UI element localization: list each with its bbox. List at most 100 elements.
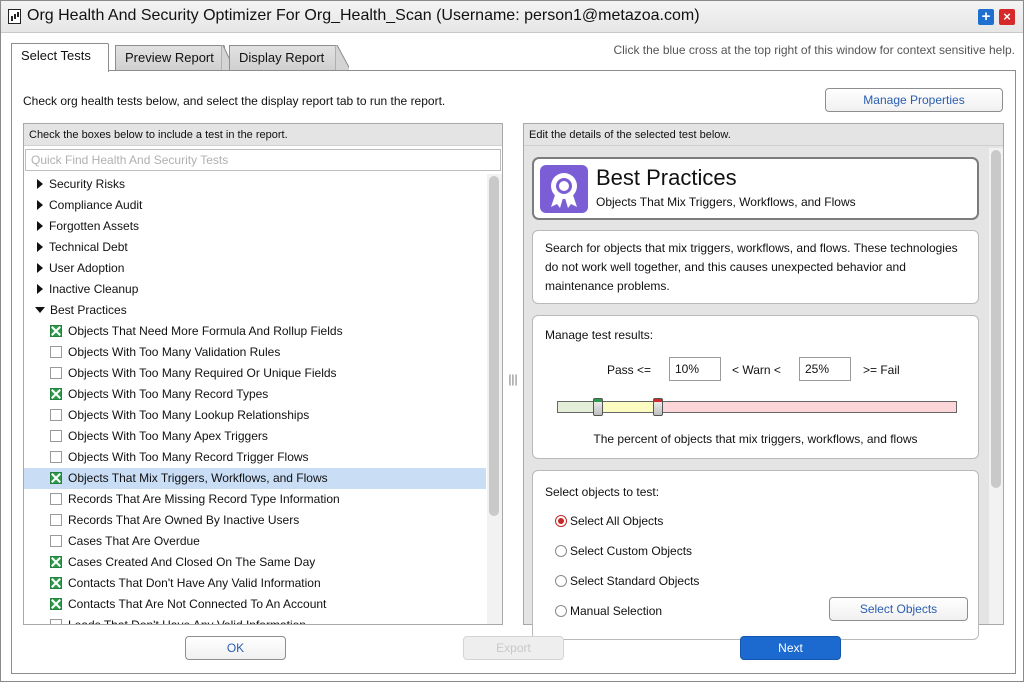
help-text: Click the blue cross at the top right of… [613, 43, 1015, 57]
test-details-pane: Edit the details of the selected test be… [523, 123, 1004, 640]
warn-threshold-input[interactable] [799, 357, 851, 381]
test-row[interactable]: Records That Are Owned By Inactive Users [24, 510, 486, 531]
test-label: Records That Are Missing Record Type Inf… [68, 492, 340, 506]
checked-checkbox-icon[interactable] [50, 555, 62, 568]
radio-button[interactable] [555, 514, 567, 527]
radio-button[interactable] [555, 574, 567, 587]
test-tree: Security Risks Compliance Audit Forgotte… [24, 174, 486, 624]
checked-checkbox-icon[interactable] [50, 387, 62, 400]
tab-select-tests[interactable]: Select Tests [11, 43, 109, 72]
quick-find-input[interactable] [25, 149, 501, 171]
tree-category[interactable]: Inactive Cleanup [24, 279, 486, 300]
tree-category[interactable]: Technical Debt [24, 237, 486, 258]
category-label: Security Risks [49, 177, 126, 191]
title-bar: Org Health And Security Optimizer For Or… [1, 1, 1023, 33]
radio-select-standard-objects[interactable]: Select Standard Objects [555, 574, 699, 588]
category-label: Forgotten Assets [49, 219, 140, 233]
test-row[interactable]: Contacts That Don't Have Any Valid Infor… [24, 573, 486, 594]
test-label: Cases Created And Closed On The Same Day [68, 555, 316, 569]
tree-category[interactable]: Forgotten Assets [24, 216, 486, 237]
test-label: Records That Are Owned By Inactive Users [68, 513, 300, 527]
close-icon[interactable]: × [999, 9, 1015, 25]
checkbox-icon[interactable] [50, 366, 62, 379]
radio-button[interactable] [555, 604, 567, 617]
checkbox-icon[interactable] [50, 618, 62, 624]
ok-button[interactable]: OK [185, 636, 286, 660]
scrollbar-thumb[interactable] [489, 176, 499, 516]
test-label: Cases That Are Overdue [68, 534, 200, 548]
test-row[interactable]: Objects With Too Many Record Trigger Flo… [24, 447, 486, 468]
test-row[interactable]: Records That Are Missing Record Type Inf… [24, 489, 486, 510]
test-row[interactable]: Cases Created And Closed On The Same Day [24, 552, 486, 573]
test-list-scrollbar[interactable] [487, 174, 502, 624]
collapse-arrow-icon[interactable] [35, 306, 45, 313]
manage-properties-button[interactable]: Manage Properties [825, 88, 1003, 112]
radio-label: Select Standard Objects [570, 574, 700, 588]
checked-checkbox-icon[interactable] [50, 471, 62, 484]
checked-checkbox-icon[interactable] [50, 597, 62, 610]
category-label: Compliance Audit [49, 198, 143, 212]
test-details-header: Edit the details of the selected test be… [524, 124, 1003, 146]
expand-arrow-icon[interactable] [37, 199, 43, 210]
tree-category[interactable]: Compliance Audit [24, 195, 486, 216]
test-row[interactable]: Objects With Too Many Required Or Unique… [24, 363, 486, 384]
checkbox-icon[interactable] [50, 534, 62, 547]
test-row[interactable]: Cases That Are Overdue [24, 531, 486, 552]
scrollbar-thumb[interactable] [991, 150, 1001, 488]
pass-threshold-input[interactable] [669, 357, 721, 381]
radio-select-custom-objects[interactable]: Select Custom Objects [555, 544, 692, 558]
slider-warn-zone [598, 402, 658, 412]
pass-slider-handle[interactable] [593, 398, 603, 416]
test-row[interactable]: Objects That Need More Formula And Rollu… [24, 321, 486, 342]
test-label: Objects That Mix Triggers, Workflows, an… [68, 471, 328, 485]
checked-checkbox-icon[interactable] [50, 324, 62, 337]
radio-manual-selection[interactable]: Manual Selection [555, 604, 662, 618]
tree-category[interactable]: Security Risks [24, 174, 486, 195]
test-row[interactable]: Leads That Don't Have Any Valid Informat… [24, 615, 486, 624]
checkbox-icon[interactable] [50, 429, 62, 442]
tab-edge [335, 45, 349, 71]
checkbox-icon[interactable] [50, 345, 62, 358]
select-objects-label: Select objects to test: [545, 485, 660, 499]
radio-label: Select Custom Objects [570, 544, 693, 558]
test-label: Objects With Too Many Required Or Unique… [68, 366, 337, 380]
expand-arrow-icon[interactable] [37, 262, 43, 273]
expand-arrow-icon[interactable] [37, 283, 43, 294]
fail-label: >= Fail [863, 363, 900, 377]
details-scrollbar[interactable] [989, 148, 1003, 624]
slider-caption: The percent of objects that mix triggers… [593, 432, 918, 446]
test-row[interactable]: Objects With Too Many Apex Triggers [24, 426, 486, 447]
next-button[interactable]: Next [740, 636, 841, 660]
tab-preview-report[interactable]: Preview Report [115, 45, 225, 71]
expand-arrow-icon[interactable] [37, 220, 43, 231]
checkbox-icon[interactable] [50, 513, 62, 526]
checkbox-icon[interactable] [50, 492, 62, 505]
test-row[interactable]: Contacts That Are Not Connected To An Ac… [24, 594, 486, 615]
checkbox-icon[interactable] [50, 450, 62, 463]
radio-select-all-objects[interactable]: Select All Objects [555, 514, 663, 528]
tab-label: Select Tests [21, 48, 91, 63]
test-row[interactable]: Objects With Too Many Validation Rules [24, 342, 486, 363]
test-label: Contacts That Are Not Connected To An Ac… [68, 597, 327, 611]
pane-splitter-handle[interactable]: ||| [508, 371, 518, 387]
checked-checkbox-icon[interactable] [50, 576, 62, 589]
warn-slider-handle[interactable] [653, 398, 663, 416]
app-icon [8, 9, 21, 24]
test-label: Leads That Don't Have Any Valid Informat… [68, 618, 306, 624]
test-row[interactable]: Objects That Mix Triggers, Workflows, an… [24, 468, 486, 489]
expand-arrow-icon[interactable] [37, 241, 43, 252]
tree-category-expanded[interactable]: Best Practices [24, 300, 486, 321]
threshold-slider[interactable] [557, 398, 957, 416]
help-icon[interactable]: + [978, 9, 994, 25]
select-objects-button[interactable]: Select Objects [829, 597, 968, 621]
radio-button[interactable] [555, 544, 567, 557]
expand-arrow-icon[interactable] [37, 178, 43, 189]
test-row[interactable]: Objects With Too Many Lookup Relationshi… [24, 405, 486, 426]
test-label: Objects With Too Many Lookup Relationshi… [68, 408, 310, 422]
tree-category[interactable]: User Adoption [24, 258, 486, 279]
category-label: User Adoption [49, 261, 125, 275]
test-row[interactable]: Objects With Too Many Record Types [24, 384, 486, 405]
tab-display-report[interactable]: Display Report [229, 45, 337, 71]
manage-results-label: Manage test results: [545, 328, 654, 342]
checkbox-icon[interactable] [50, 408, 62, 421]
